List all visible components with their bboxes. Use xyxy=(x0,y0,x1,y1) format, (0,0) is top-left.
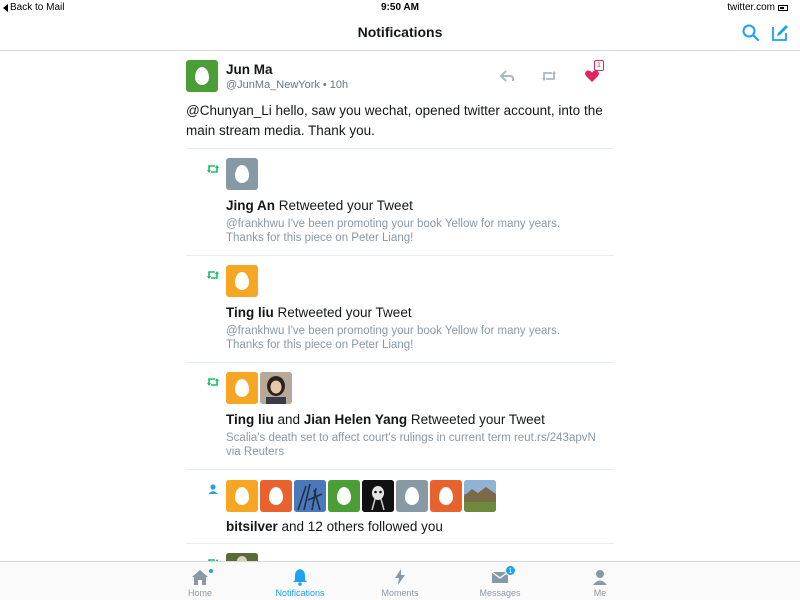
notification-headline: Ting liu and Jian Helen Yang Retweeted y… xyxy=(226,412,545,427)
notification-action: Retweeted your Tweet xyxy=(275,198,413,213)
notification-user[interactable]: Ting liu xyxy=(226,412,274,427)
battery-icon xyxy=(778,4,788,11)
avatar[interactable] xyxy=(226,158,258,190)
avatar[interactable] xyxy=(226,265,258,297)
notification-headline: bitsilver and 12 others followed you xyxy=(226,519,443,534)
egg-avatar-icon xyxy=(235,487,249,505)
notification-user-2[interactable]: Jian Helen Yang xyxy=(304,412,407,427)
notification-item[interactable]: Jing An Retweeted your Tweet @frankhwu I… xyxy=(186,149,614,256)
tweet-card[interactable]: Jun Ma @JunMa_NewYork • 10h 1 @Chunyan_Li … xyxy=(186,51,614,149)
tab-label: Messages xyxy=(479,588,521,598)
egg-avatar-icon xyxy=(235,379,249,397)
bottom-tab-bar: Home Notifications Moments 1 Messages Me xyxy=(0,561,800,600)
avatar[interactable] xyxy=(186,60,218,92)
messages-badge: 1 xyxy=(505,565,516,576)
search-icon[interactable] xyxy=(741,23,761,43)
nav-header: Notifications xyxy=(0,16,800,51)
avatar[interactable] xyxy=(396,480,428,512)
notification-user[interactable]: Ting liu xyxy=(226,305,274,320)
avatar[interactable] xyxy=(328,480,360,512)
tweet-author-handle: @JunMa_NewYork xyxy=(226,79,320,91)
notification-avatars xyxy=(226,372,292,404)
notification-action: Retweeted your Tweet xyxy=(407,412,545,427)
retweet-icon xyxy=(206,268,220,282)
tweet-author-name[interactable]: Jun Ma xyxy=(226,62,273,77)
notification-snippet: @frankhwu I've been promoting your book … xyxy=(226,218,561,244)
meta-separator: • xyxy=(322,79,327,91)
avatar[interactable] xyxy=(260,480,292,512)
avatar[interactable] xyxy=(362,480,394,512)
tab-label: Moments xyxy=(381,588,419,598)
notification-headline: Jing An Retweeted your Tweet xyxy=(226,198,413,213)
egg-avatar-icon xyxy=(235,165,249,183)
like-count-badge: 1 xyxy=(594,60,604,71)
avatar[interactable] xyxy=(260,372,292,404)
photo-avatar-icon xyxy=(226,553,258,561)
tab-home[interactable]: Home xyxy=(150,562,250,600)
status-site-label: twitter.com xyxy=(727,2,775,13)
status-right: twitter.com xyxy=(727,2,788,13)
egg-avatar-icon xyxy=(195,67,209,85)
home-icon xyxy=(192,570,208,585)
notification-headline: Ting liu Retweeted your Tweet xyxy=(226,305,412,320)
avatar[interactable] xyxy=(226,372,258,404)
egg-avatar-icon xyxy=(337,487,351,505)
avatar[interactable] xyxy=(226,553,258,561)
notification-avatars xyxy=(226,265,258,297)
bell-icon xyxy=(293,569,307,586)
notification-item[interactable] xyxy=(186,544,614,561)
status-time: 9:50 AM xyxy=(381,2,419,13)
ios-status-bar: Back to Mail 9:50 AM twitter.com xyxy=(0,0,800,16)
tab-label: Notifications xyxy=(275,588,325,598)
notification-avatars xyxy=(226,553,258,561)
page-title: Notifications xyxy=(357,24,443,40)
notification-item[interactable]: bitsilver and 12 others followed you xyxy=(186,470,614,544)
photo-avatar-icon xyxy=(464,480,496,512)
reply-icon[interactable] xyxy=(498,67,516,85)
follow-person-icon xyxy=(206,482,220,496)
avatar[interactable] xyxy=(294,480,326,512)
notification-snippet: Scalia's death set to affect court's rul… xyxy=(226,432,596,458)
tweet-author-meta: @JunMa_NewYork • 10h xyxy=(226,79,348,91)
egg-avatar-icon xyxy=(235,272,249,290)
photo-avatar-icon xyxy=(294,480,326,512)
home-unread-dot xyxy=(208,568,214,574)
notification-action: and 12 others followed you xyxy=(277,519,443,534)
lightning-icon xyxy=(395,569,405,585)
notification-item[interactable]: Ting liu Retweeted your Tweet @frankhwu … xyxy=(186,256,614,363)
retweet-icon[interactable] xyxy=(540,67,558,85)
tab-label: Home xyxy=(187,588,212,598)
avatar[interactable] xyxy=(464,480,496,512)
notification-avatars xyxy=(226,480,496,512)
egg-avatar-icon xyxy=(405,487,419,505)
tab-moments[interactable]: Moments xyxy=(350,562,450,600)
tab-me[interactable]: Me xyxy=(550,562,650,600)
tweet-time: 10h xyxy=(329,79,349,91)
retweet-icon xyxy=(206,375,220,389)
photo-avatar-icon xyxy=(260,372,292,404)
avatar[interactable] xyxy=(430,480,462,512)
retweet-icon xyxy=(206,162,220,176)
person-icon xyxy=(593,570,607,585)
egg-avatar-icon xyxy=(439,487,453,505)
notification-action: Retweeted your Tweet xyxy=(273,305,412,320)
notification-user[interactable]: bitsilver xyxy=(226,519,278,534)
tab-notifications[interactable]: Notifications xyxy=(250,562,350,600)
notification-user[interactable]: Jing An xyxy=(226,198,275,213)
tweet-text: @Chunyan_Li hello, saw you wechat, opene… xyxy=(186,103,603,138)
notification-item[interactable]: Ting liu and Jian Helen Yang Retweeted y… xyxy=(186,363,614,470)
tab-messages[interactable]: 1 Messages xyxy=(450,562,550,600)
photo-avatar-icon xyxy=(362,480,394,512)
tab-label: Me xyxy=(593,588,607,598)
notification-joiner: and xyxy=(273,412,304,427)
notification-snippet: @frankhwu I've been promoting your book … xyxy=(226,325,561,351)
notifications-feed[interactable]: Jun Ma @JunMa_NewYork • 10h 1 @Chunyan_Li … xyxy=(186,51,614,561)
egg-avatar-icon xyxy=(269,487,283,505)
notification-avatars xyxy=(226,158,258,190)
avatar[interactable] xyxy=(226,480,258,512)
compose-tweet-icon[interactable] xyxy=(770,23,790,43)
